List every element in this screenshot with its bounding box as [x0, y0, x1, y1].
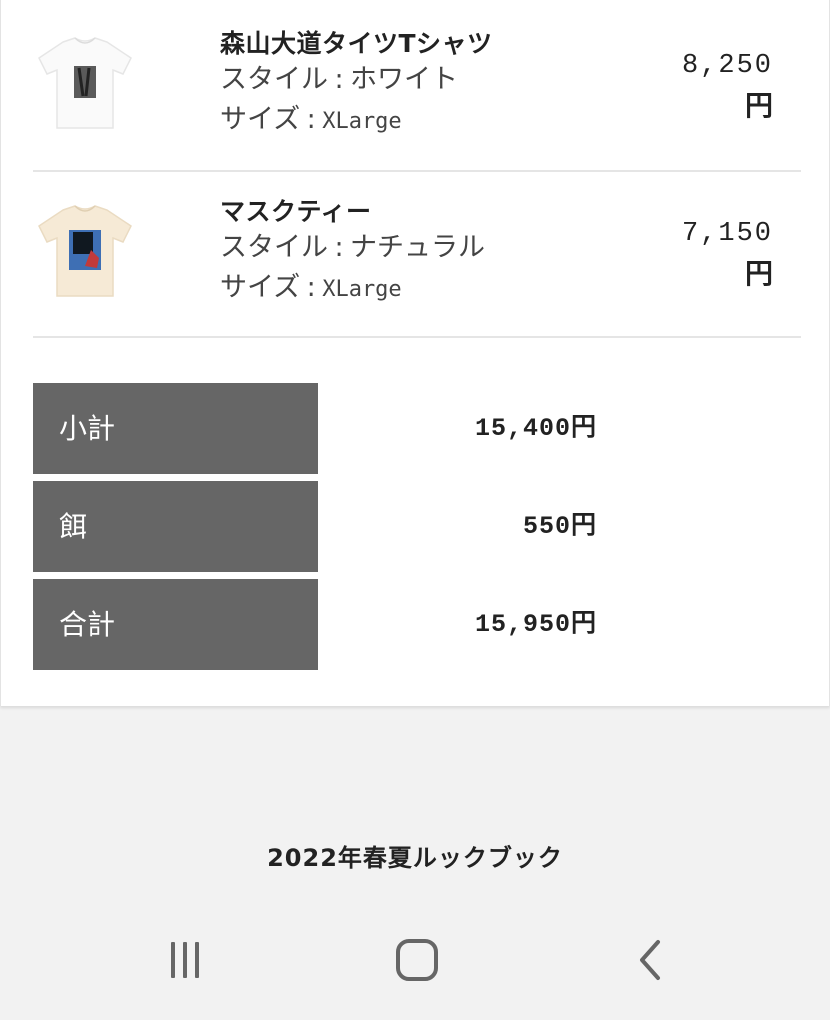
- totals-table: 小計 15,400円 餌 550円 合計 15,950円: [33, 383, 801, 677]
- product-style: スタイル: ナチュラル: [220, 228, 485, 268]
- order-summary-card: 森山大道タイツTシャツ スタイル: ホワイト サイズ: XLarge 8,250 円…: [0, 0, 830, 706]
- back-icon: [630, 938, 670, 982]
- size-label: サイズ: [220, 272, 301, 303]
- product-size: サイズ: XLarge: [220, 268, 485, 310]
- style-label: スタイル: [220, 64, 328, 95]
- subtotal-row: 小計 15,400円: [33, 383, 801, 474]
- white-tshirt-icon[interactable]: [33, 30, 137, 134]
- price-unit: 円: [744, 257, 773, 290]
- total-row: 合計 15,950円: [33, 579, 801, 670]
- style-label: スタイル: [220, 232, 328, 263]
- shipping-row: 餌 550円: [33, 481, 801, 572]
- price-number: 7,150: [681, 219, 773, 249]
- price-number: 8,250: [681, 51, 773, 81]
- shipping-value: 550円: [522, 512, 597, 541]
- price-unit: 円: [744, 89, 773, 122]
- subtotal-value: 15,400円: [474, 414, 597, 443]
- home-icon: [395, 938, 439, 982]
- subtotal-label: 小計: [33, 383, 318, 474]
- product-name[interactable]: 森山大道タイツTシャツ: [220, 28, 493, 60]
- recent-apps-button[interactable]: [155, 930, 215, 990]
- item-price: 8,250 円: [682, 46, 773, 126]
- natural-tshirt-icon[interactable]: [33, 198, 137, 302]
- size-label: サイズ: [220, 104, 301, 135]
- product-style: スタイル: ホワイト: [220, 60, 493, 100]
- style-value: ホワイト: [350, 64, 458, 95]
- separator: :: [334, 232, 344, 263]
- separator: :: [334, 64, 344, 95]
- home-button[interactable]: [387, 930, 447, 990]
- style-value: ナチュラル: [350, 232, 485, 263]
- lookbook-link[interactable]: 2022年春夏ルックブック: [0, 838, 830, 873]
- shipping-label: 餌: [33, 481, 318, 572]
- separator: :: [306, 272, 316, 303]
- cart-item[interactable]: 森山大道タイツTシャツ スタイル: ホワイト サイズ: XLarge 8,250 円: [33, 22, 801, 172]
- cart-item[interactable]: マスクティー スタイル: ナチュラル サイズ: XLarge 7,150 円: [33, 190, 801, 338]
- separator: :: [306, 104, 316, 135]
- recent-apps-icon: [165, 940, 205, 980]
- system-navigation-bar: [0, 900, 830, 1020]
- total-value: 15,950円: [474, 610, 597, 639]
- item-price: 7,150 円: [682, 214, 773, 294]
- product-size: サイズ: XLarge: [220, 100, 493, 142]
- product-name[interactable]: マスクティー: [220, 196, 485, 228]
- total-label: 合計: [33, 579, 318, 670]
- size-value: XLarge: [322, 109, 402, 134]
- size-value: XLarge: [322, 277, 402, 302]
- back-button[interactable]: [620, 930, 680, 990]
